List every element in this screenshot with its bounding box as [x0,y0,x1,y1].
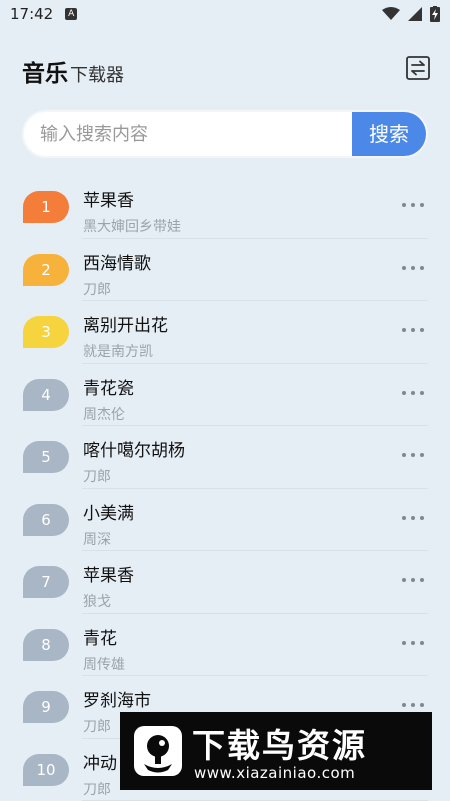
app-title: 音乐 [22,61,68,87]
song-row[interactable]: 4 青花瓷周杰伦 [0,364,450,427]
song-title: 冲动 [83,749,117,774]
song-artist: 就是南方凯 [83,341,153,361]
bird-logo-icon [134,726,182,776]
rank-badge: 8 [23,629,69,661]
rank-badge: 4 [23,379,69,411]
rank-badge: 2 [23,254,69,286]
song-title: 西海情歌 [83,249,151,274]
song-artist: 刀郎 [83,466,111,486]
watermark-title: 下载鸟资源 [192,719,367,767]
song-title: 罗刹海市 [83,686,151,711]
status-time: 17:42 [10,5,53,23]
more-options-icon[interactable] [402,202,424,208]
rank-badge: 1 [23,191,69,223]
song-title: 青花 [83,624,117,649]
more-options-icon[interactable] [402,577,424,583]
song-artist: 周深 [83,529,111,549]
more-options-icon[interactable] [402,515,424,521]
song-title: 离别开出花 [83,311,168,336]
song-title: 苹果香 [83,186,134,211]
song-artist: 刀郎 [83,779,111,799]
song-row[interactable]: 1 苹果香黑大婶回乡带娃 [0,176,450,239]
rank-badge: 9 [23,691,69,723]
rank-badge: 5 [23,441,69,473]
more-options-icon[interactable] [402,452,424,458]
song-row[interactable]: 6 小美满周深 [0,489,450,552]
song-row[interactable]: 8 青花周传雄 [0,614,450,677]
notification-a-icon: A [65,8,77,20]
song-artist: 黑大婶回乡带娃 [83,216,181,236]
song-artist: 周传雄 [83,654,125,674]
rank-badge: 3 [23,316,69,348]
sort-toggle-icon[interactable] [406,56,430,80]
song-artist: 刀郎 [83,716,111,736]
more-options-icon[interactable] [402,390,424,396]
more-options-icon[interactable] [402,702,424,708]
rank-badge: 10 [23,754,69,786]
song-row[interactable]: 3 离别开出花就是南方凯 [0,301,450,364]
app-header: 音乐下载器 [22,54,432,86]
watermark-banner: 下载鸟资源 www.xiazainiao.com [120,712,432,790]
rank-badge: 6 [23,504,69,536]
more-options-icon[interactable] [402,265,424,271]
watermark-url: www.xiazainiao.com [194,764,355,782]
rank-badge: 7 [23,566,69,598]
song-row[interactable]: 5 喀什噶尔胡杨刀郎 [0,426,450,489]
song-artist: 刀郎 [83,279,111,299]
song-list: 1苹果香黑大婶回乡带娃2西海情歌刀郎3离别开出花就是南方凯4青花瓷周杰伦5喀什噶… [0,176,450,801]
song-artist: 狼戈 [83,591,111,611]
search-input[interactable] [40,112,340,156]
song-title: 苹果香 [83,561,134,586]
app-subtitle: 下载器 [70,65,124,86]
song-title: 小美满 [83,499,134,524]
search-button[interactable]: 搜索 [352,112,426,156]
song-title: 青花瓷 [83,374,134,399]
song-artist: 周杰伦 [83,404,125,424]
more-options-icon[interactable] [402,640,424,646]
wifi-icon [382,7,400,21]
song-row[interactable]: 7 苹果香狼戈 [0,551,450,614]
signal-icon [408,7,422,21]
battery-charging-icon [430,6,440,22]
song-title: 喀什噶尔胡杨 [83,436,185,461]
status-bar: 17:42 A [0,0,450,28]
more-options-icon[interactable] [402,327,424,333]
search-bar: 搜索 [22,110,428,158]
song-row[interactable]: 2 西海情歌刀郎 [0,239,450,302]
